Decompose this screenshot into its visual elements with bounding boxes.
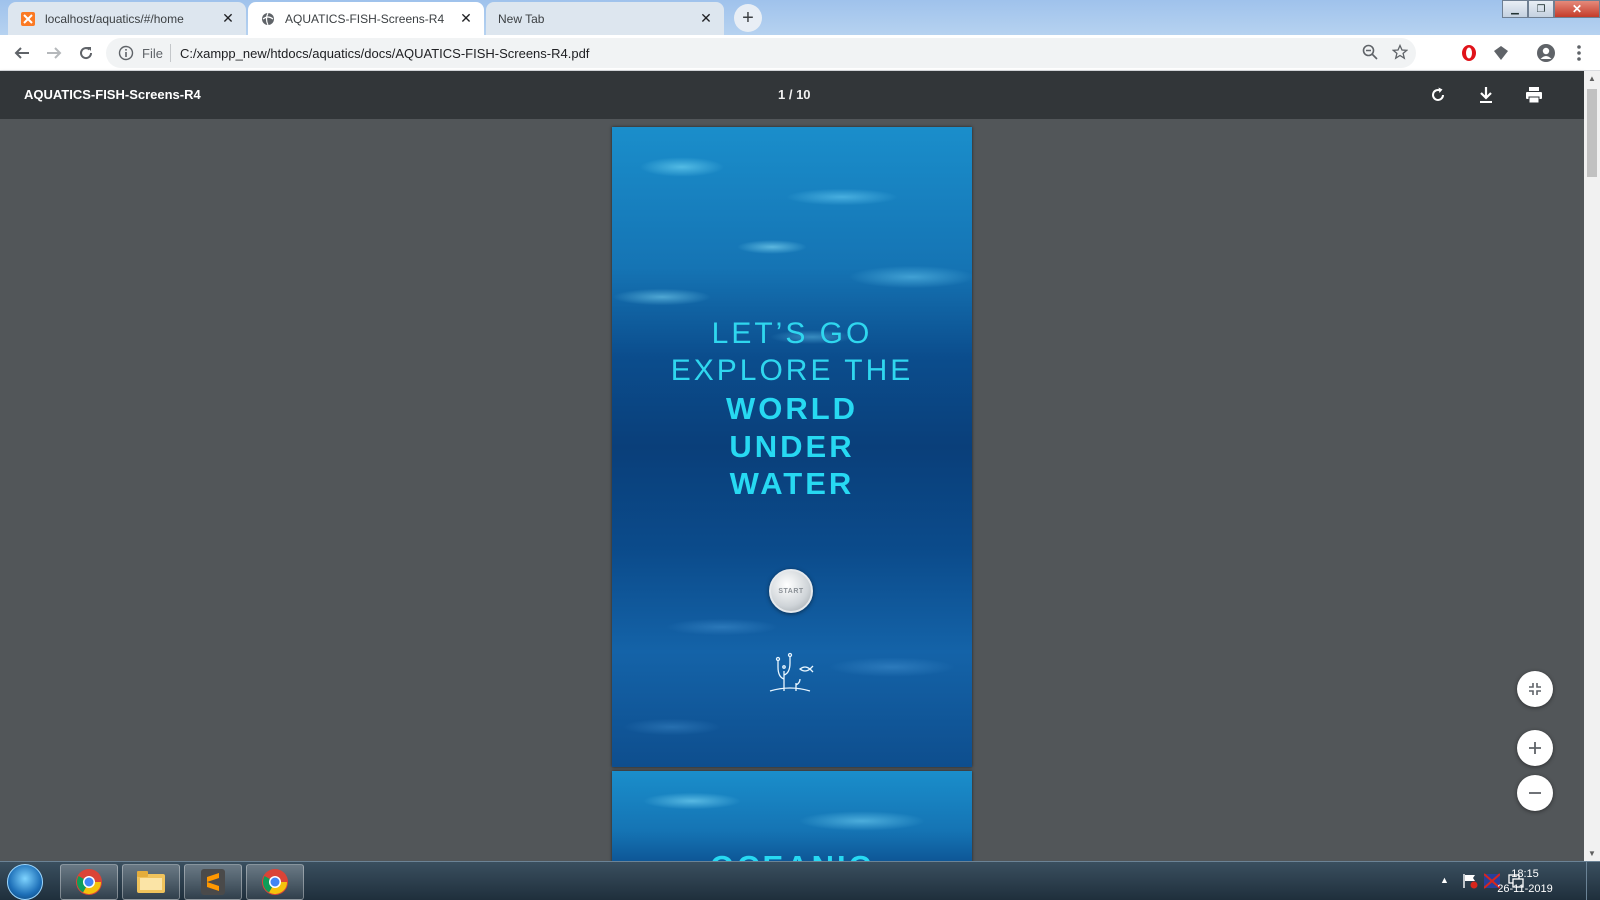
window-controls: ▁ ❐ ✕ — [1502, 0, 1600, 18]
globe-icon — [260, 11, 276, 27]
system-clock[interactable]: 18:15 26-11-2019 — [1490, 867, 1560, 897]
print-icon — [1526, 87, 1542, 104]
tab-strip: localhost/aquatics/#/home ✕ AQUATICS-FIS… — [0, 0, 1600, 35]
headline-line: WORLD — [725, 391, 859, 426]
taskbar-chrome-2[interactable] — [246, 864, 304, 900]
forward-button[interactable] — [40, 39, 68, 67]
headline-line: WATER — [729, 466, 855, 501]
underwater-background — [612, 771, 972, 861]
action-center-flag-icon[interactable] — [1462, 873, 1478, 894]
windows-taskbar: ▲ 18:15 26-11-2019 — [0, 861, 1600, 900]
rotate-button[interactable] — [1426, 83, 1450, 107]
start-menu-orb[interactable] — [7, 864, 43, 900]
start-label: START — [778, 587, 804, 595]
page2-heading: OCEANIC — [612, 849, 972, 861]
tab-aquatics-pdf[interactable]: AQUATICS-FISH-Screens-R4 ✕ — [248, 2, 484, 35]
zoom-in-button[interactable] — [1517, 730, 1553, 766]
taskbar-chrome-1[interactable] — [60, 864, 118, 900]
show-hidden-icons-arrow-icon[interactable]: ▲ — [1440, 875, 1449, 885]
taskbar-sublime[interactable] — [184, 864, 242, 900]
pdf-toolbar: AQUATICS-FISH-Screens-R4 1 / 10 — [0, 71, 1584, 119]
close-window-button[interactable]: ✕ — [1554, 0, 1600, 18]
maximize-button[interactable]: ❐ — [1528, 0, 1554, 18]
pdf-title: AQUATICS-FISH-Screens-R4 — [24, 87, 201, 102]
bookmark-star-icon[interactable] — [1391, 43, 1409, 65]
tab-title: New Tab — [498, 11, 545, 26]
pdf-page-1: LET’S GO EXPLORE THE WORLD UNDER WATER S… — [612, 127, 972, 767]
back-arrow-icon — [14, 47, 29, 59]
zoom-icon[interactable] — [1362, 44, 1378, 65]
download-button[interactable] — [1474, 83, 1498, 107]
close-tab-icon[interactable]: ✕ — [220, 10, 236, 27]
divider — [170, 44, 171, 62]
pdf-page-2: OCEANIC — [612, 771, 972, 861]
tab-localhost-home[interactable]: localhost/aquatics/#/home ✕ — [8, 2, 246, 35]
close-tab-icon[interactable]: ✕ — [458, 10, 474, 27]
headline-line: EXPLORE THE — [670, 354, 914, 387]
tab-title: localhost/aquatics/#/home — [45, 11, 184, 26]
rotate-icon — [1432, 87, 1444, 101]
extension-icon[interactable] — [1490, 42, 1512, 64]
info-icon[interactable] — [118, 45, 134, 66]
opera-extension-icon[interactable] — [1458, 42, 1480, 64]
scrollbar-thumb[interactable] — [1587, 89, 1597, 177]
start-button-graphic: START — [769, 569, 813, 613]
menu-kebab-icon[interactable] — [1568, 42, 1590, 64]
minimize-button[interactable]: ▁ — [1502, 0, 1528, 18]
zoom-out-button[interactable] — [1517, 775, 1553, 811]
close-tab-icon[interactable]: ✕ — [698, 10, 714, 27]
sublime-text-icon — [201, 869, 225, 895]
back-button[interactable] — [8, 39, 36, 67]
print-button[interactable] — [1522, 83, 1546, 107]
reload-icon — [80, 47, 93, 60]
address-bar[interactable]: File C:/xampp_new/htdocs/aquatics/docs/A… — [106, 38, 1416, 68]
headline-line: UNDER — [729, 429, 855, 464]
headline-line: LET’S GO — [711, 317, 873, 350]
chrome-icon — [262, 869, 288, 895]
folder-icon — [137, 871, 165, 893]
chrome-icon — [76, 869, 102, 895]
fit-to-page-button[interactable] — [1517, 671, 1553, 707]
show-desktop-button[interactable] — [1586, 862, 1600, 900]
tab-title: AQUATICS-FISH-Screens-R4 — [285, 11, 445, 26]
plus-icon — [1529, 742, 1541, 754]
coral-fish-icon — [769, 652, 814, 692]
clock-time: 18:15 — [1511, 868, 1539, 880]
taskbar-explorer[interactable] — [122, 864, 180, 900]
scheme-label: File — [142, 46, 163, 61]
pdf-viewport[interactable]: LET’S GO EXPLORE THE WORLD UNDER WATER S… — [0, 119, 1584, 861]
fit-page-icon — [1529, 683, 1541, 695]
minus-icon — [1529, 792, 1541, 794]
profile-avatar-icon[interactable] — [1535, 42, 1557, 64]
browser-toolbar: File C:/xampp_new/htdocs/aquatics/docs/A… — [0, 35, 1600, 71]
plus-icon: + — [742, 6, 754, 29]
clock-date: 26-11-2019 — [1497, 883, 1553, 895]
tab-new-tab[interactable]: New Tab ✕ — [486, 2, 724, 35]
xampp-icon — [20, 11, 36, 27]
forward-arrow-icon — [47, 47, 62, 59]
page-indicator[interactable]: 1 / 10 — [778, 87, 811, 102]
reload-button[interactable] — [72, 39, 100, 67]
vertical-scrollbar[interactable]: ▲ ▼ — [1584, 71, 1600, 861]
scroll-down-arrow-icon[interactable]: ▼ — [1588, 849, 1596, 858]
scroll-up-arrow-icon[interactable]: ▲ — [1588, 74, 1596, 83]
url-text[interactable]: C:/xampp_new/htdocs/aquatics/docs/AQUATI… — [180, 46, 589, 61]
download-icon — [1480, 87, 1492, 103]
new-tab-button[interactable]: + — [734, 4, 762, 32]
